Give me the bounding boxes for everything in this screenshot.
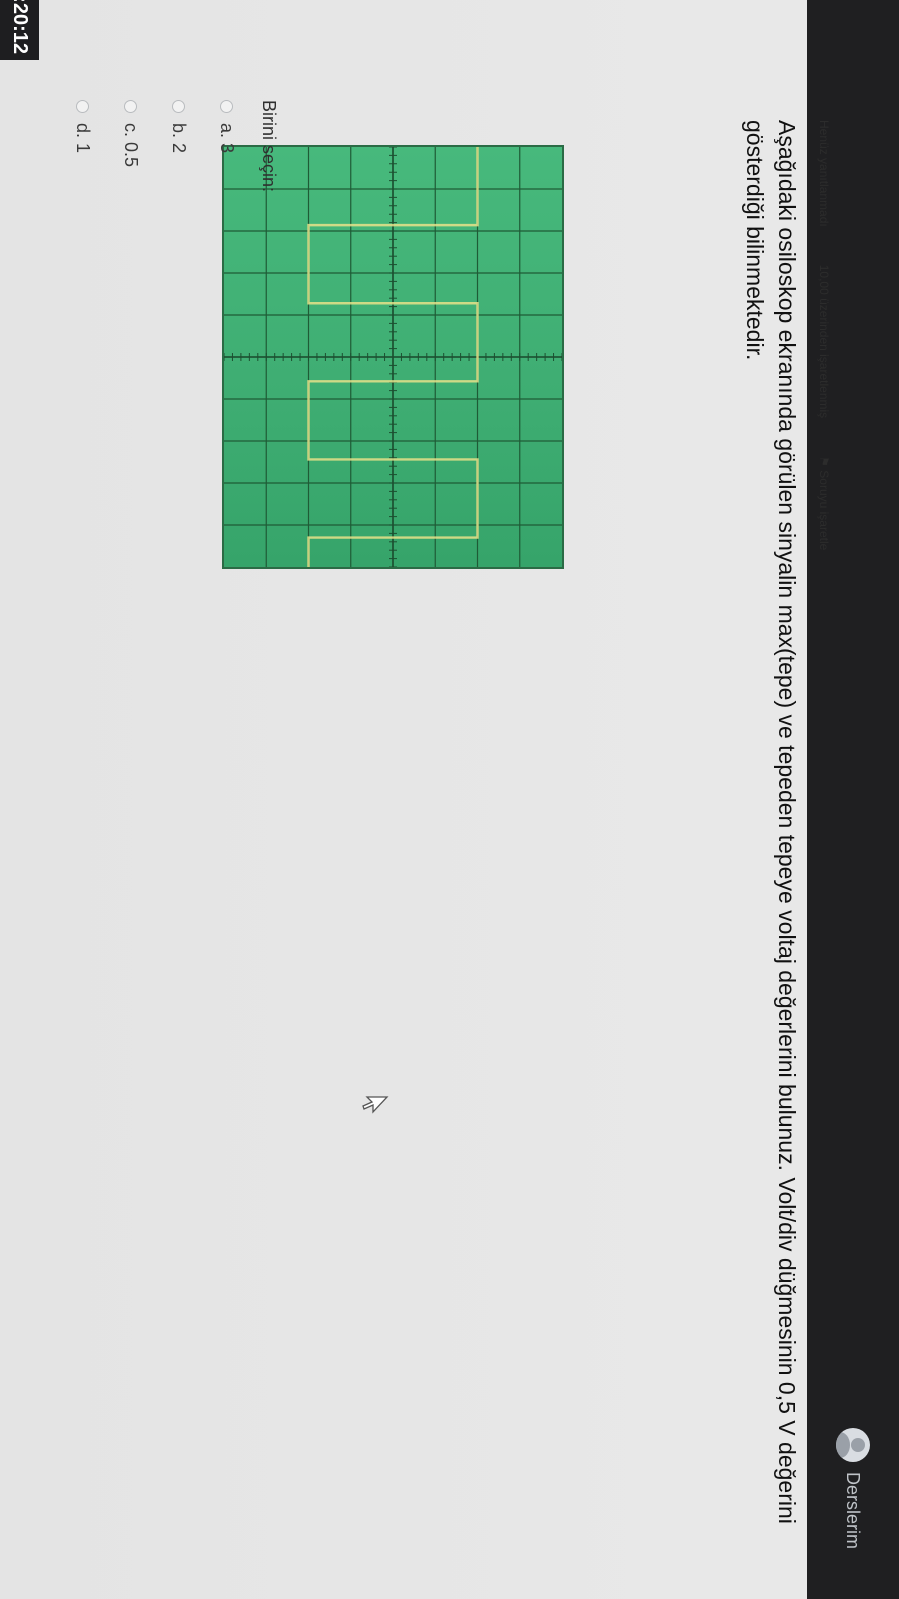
- flag-icon: ⚑: [817, 456, 831, 467]
- flag-question-link[interactable]: ⚑ Soruyu işaretle: [817, 456, 831, 550]
- option-b[interactable]: b. 2: [166, 100, 192, 192]
- quiz-page: Derslerim Henüz yanıtlanmadı 10,00 üzeri…: [0, 0, 899, 1599]
- grade-text: 10,00 üzerinden işaretlenmiş: [817, 264, 831, 419]
- question-text: Aşağıdaki osiloskop ekranında görülen si…: [742, 120, 800, 1524]
- option-b-label[interactable]: b. 2: [169, 123, 190, 153]
- answer-prompt: Birini seçin:: [259, 100, 279, 193]
- option-c-label[interactable]: c. 0.5: [121, 123, 142, 167]
- radio-option-b[interactable]: [172, 100, 186, 113]
- option-d[interactable]: d. 1: [70, 100, 96, 192]
- option-a-label[interactable]: a. 3: [217, 123, 238, 153]
- answer-state-text: Henüz yanıtlanmadı: [817, 120, 831, 227]
- question-status-strip: Henüz yanıtlanmadı 10,00 üzerinden işare…: [817, 120, 831, 550]
- quiz-timer: 0:20:12: [0, 0, 39, 60]
- user-menu[interactable]: Derslerim: [833, 1428, 873, 1549]
- flag-question-label[interactable]: Soruyu işaretle: [817, 470, 831, 550]
- user-menu-label[interactable]: Derslerim: [843, 1472, 864, 1549]
- radio-option-a[interactable]: [220, 100, 234, 113]
- option-c[interactable]: c. 0.5: [118, 100, 144, 192]
- option-a[interactable]: a. 3: [214, 100, 240, 192]
- option-d-label[interactable]: d. 1: [73, 123, 94, 153]
- oscilloscope-screen: [224, 147, 562, 567]
- avatar-icon[interactable]: [836, 1428, 870, 1462]
- mouse-cursor-icon: [362, 1096, 389, 1114]
- oscilloscope-image: [222, 145, 564, 569]
- radio-option-c[interactable]: [124, 100, 138, 113]
- radio-option-d[interactable]: [76, 100, 90, 113]
- screenshot-frame: Derslerim Henüz yanıtlanmadı 10,00 üzeri…: [0, 0, 899, 1599]
- answer-options: Birini seçin: a. 3 b. 2 c. 0.5 d. 1: [48, 100, 279, 192]
